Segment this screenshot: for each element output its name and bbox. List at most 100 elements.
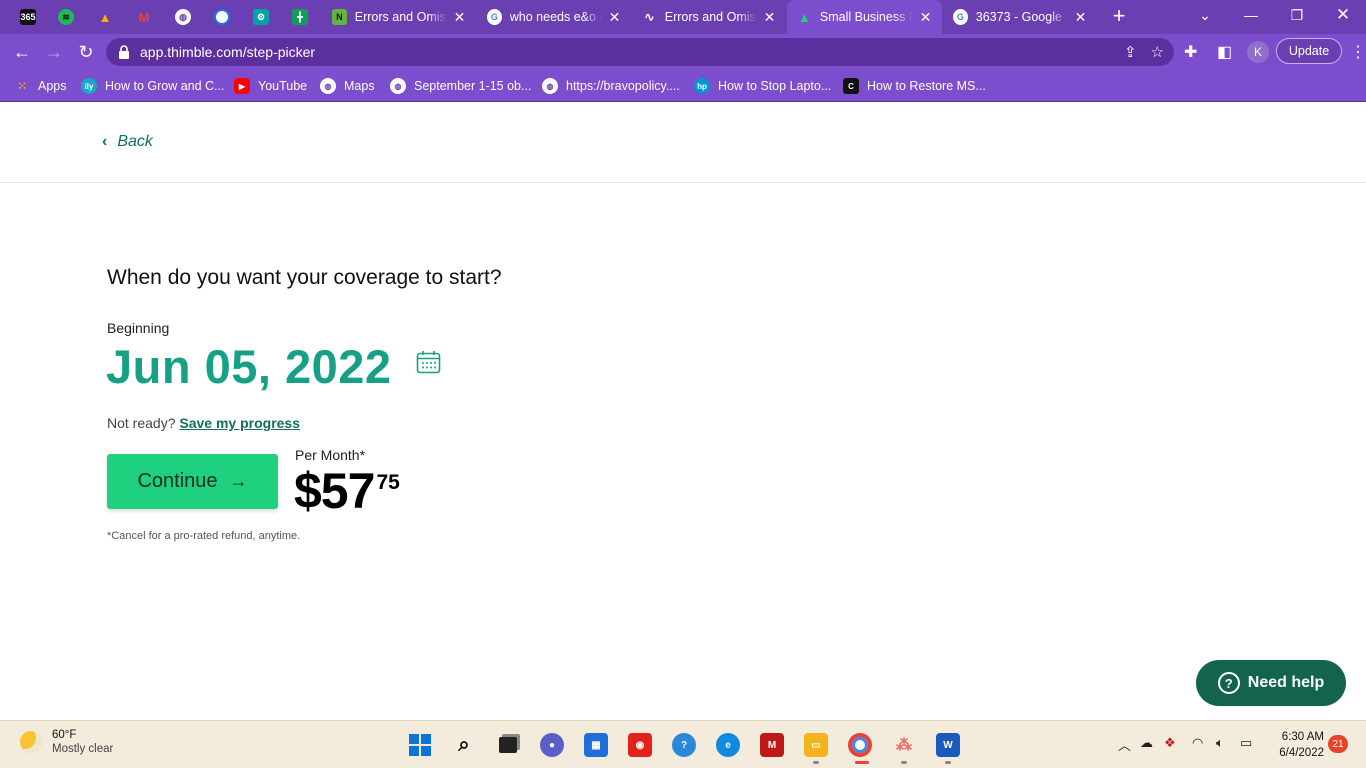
weather-widget[interactable]: 60°F Mostly clear <box>20 729 113 755</box>
store-icon[interactable]: ▦ <box>584 733 608 757</box>
tab-who-needs-eo[interactable]: G who needs e&o insurance ✕ <box>477 0 631 34</box>
forward-arrow-icon[interactable]: → <box>42 40 66 64</box>
need-help-label: Need help <box>1247 674 1325 691</box>
tab-errors-omissions-1[interactable]: N Errors and Omissions ✕ <box>322 0 476 34</box>
chevron-left-icon: ‹ <box>102 133 108 150</box>
bookmark-label: Maps <box>344 79 375 93</box>
url-text: app.thimble.com/step-picker <box>140 44 316 60</box>
battery-icon[interactable]: ▭ <box>1240 735 1252 751</box>
back-label: Back <box>117 133 153 150</box>
bookmark-hp[interactable]: hp How to Stop Lapto... <box>694 76 831 96</box>
start-date[interactable]: Jun 05, 2022 <box>106 339 392 394</box>
price-dollars: $57 <box>294 463 375 519</box>
save-progress-link[interactable]: Save my progress <box>179 415 300 431</box>
restore-button[interactable]: ❐ <box>1274 0 1320 30</box>
close-window-button[interactable]: ✕ <box>1320 0 1366 30</box>
back-arrow-icon[interactable]: ← <box>10 40 34 64</box>
close-icon[interactable]: ✕ <box>919 9 932 26</box>
tab-title: Errors and Omissions <box>354 10 447 24</box>
pinned-tab-globe[interactable]: ◍ <box>164 0 202 34</box>
menu-dots-icon[interactable]: ⋮ <box>1350 40 1366 64</box>
bookmark-restore-ms[interactable]: C How to Restore MS... <box>843 76 986 96</box>
bookmark-label: How to Stop Lapto... <box>718 79 832 93</box>
task-view-icon[interactable] <box>496 733 520 757</box>
new-tab-button[interactable]: + <box>1108 5 1130 29</box>
continue-label: Continue <box>137 470 218 492</box>
asana-icon[interactable]: ⁂ <box>892 733 916 757</box>
wave-icon: ∿ <box>644 10 655 24</box>
address-bar[interactable]: app.thimble.com/step-picker ⇪ ☆ <box>106 38 1174 66</box>
windows-start-icon[interactable] <box>408 733 432 757</box>
pinned-tab-gear[interactable]: ⚙ <box>242 0 280 34</box>
clock[interactable]: 6:30 AM 6/4/2022 <box>1270 729 1324 761</box>
not-ready-text: Not ready? Save my progress <box>107 415 300 431</box>
close-icon[interactable]: ✕ <box>763 9 776 26</box>
cloud-icon[interactable]: ☁ <box>1140 735 1153 751</box>
word-icon[interactable]: W <box>936 733 960 757</box>
calendar-icon[interactable] <box>416 350 441 374</box>
wifi-icon[interactable]: ◠ <box>1192 735 1203 751</box>
question-icon: ? <box>1217 672 1240 694</box>
gear-app-icon: ⚙ <box>253 9 269 25</box>
taskbar: 60°F Mostly clear ⌕ ● ▦ ◉ ? e M ▭ ⁂ W ︿ … <box>0 720 1366 768</box>
chrome-icon[interactable] <box>848 733 872 757</box>
price-cents: 75 <box>376 471 400 494</box>
page-title: When do you want your coverage to start? <box>107 266 502 289</box>
volume-icon[interactable]: 🔈︎ <box>1216 735 1224 751</box>
bookmark-grow[interactable]: ily How to Grow and C... <box>81 76 225 96</box>
close-icon[interactable]: ✕ <box>608 9 621 26</box>
bookmark-youtube[interactable]: ▶ YouTube <box>234 76 307 96</box>
weather-temp: 60°F <box>52 729 77 741</box>
reload-icon[interactable]: ↻ <box>74 40 98 64</box>
adobe-icon[interactable]: ◉ <box>628 733 652 757</box>
close-icon[interactable]: ✕ <box>1074 9 1087 26</box>
bookmark-maps[interactable]: ◍ Maps <box>320 76 375 96</box>
edge-icon[interactable]: e <box>716 733 740 757</box>
pinned-tab-drive[interactable]: ▲ <box>86 0 124 34</box>
search-icon[interactable]: ⌕ <box>452 733 476 757</box>
bookmark-bravopolicy[interactable]: ◍ https://bravopolicy.... <box>542 76 680 96</box>
file-explorer-icon[interactable]: ▭ <box>804 733 828 757</box>
need-help-button[interactable]: ? Need help <box>1196 660 1346 706</box>
extensions-puzzle-icon[interactable]: ✚ <box>1184 40 1197 64</box>
share-icon[interactable]: ⇪ <box>1124 43 1137 61</box>
tab-strip: 365 ≋ ▲ M ◍ ⚙ ╋ N Errors and Omissions ✕… <box>0 0 1366 34</box>
bookmark-label: September 1-15 ob... <box>414 79 532 93</box>
bookmark-star-icon[interactable]: ☆ <box>1151 43 1164 61</box>
bookmarks-bar: ⁙ Apps ily How to Grow and C... ▶ YouTube ◍… <box>0 70 1366 102</box>
chat-icon[interactable]: ● <box>540 733 564 757</box>
continue-button[interactable]: Continue → <box>107 454 278 509</box>
mcafee-icon[interactable]: M <box>760 733 784 757</box>
bookmark-september[interactable]: ◍ September 1-15 ob... <box>390 76 531 96</box>
globe-icon: ◍ <box>542 78 558 94</box>
side-panel-icon[interactable]: ◧ <box>1217 40 1232 64</box>
dropbox-icon[interactable]: ❖ <box>1164 735 1176 751</box>
bookmark-apps[interactable]: ⁙ Apps <box>14 76 67 96</box>
bookmark-label: How to Restore MS... <box>867 79 986 93</box>
green-app-icon: ╋ <box>292 9 308 25</box>
tab-search-chevron-icon[interactable]: ⌄ <box>1182 0 1228 30</box>
thimble-icon: ▲ <box>798 9 811 25</box>
back-link[interactable]: ‹ Back <box>102 133 153 151</box>
pinned-tab-circle[interactable] <box>203 0 241 34</box>
minimize-button[interactable]: — <box>1228 0 1274 30</box>
close-icon[interactable]: ✕ <box>453 9 466 26</box>
pinned-tab-gmail[interactable]: M <box>125 0 163 34</box>
update-button[interactable]: Update <box>1276 38 1342 64</box>
pinned-tab-office365[interactable]: 365 <box>9 0 47 34</box>
youtube-icon: ▶ <box>234 78 250 94</box>
tab-small-business-insurance[interactable]: ▲ Small Business Insurance ✕ <box>787 0 942 34</box>
tab-google-search[interactable]: G 36373 - Google Search ✕ <box>943 0 1097 34</box>
price: $57 75 <box>294 462 400 520</box>
tab-errors-omissions-2[interactable]: ∿ Errors and Omissions ✕ <box>632 0 786 34</box>
pinned-tab-spotify[interactable]: ≋ <box>47 0 85 34</box>
bookmark-label: Apps <box>38 79 67 93</box>
hp-icon: hp <box>694 78 710 94</box>
running-indicator <box>813 761 819 764</box>
chevron-up-icon[interactable]: ︿ <box>1118 735 1131 754</box>
pinned-tab-green[interactable]: ╋ <box>281 0 319 34</box>
tab-title: who needs e&o insurance <box>509 10 603 24</box>
notification-badge[interactable]: 21 <box>1328 735 1348 753</box>
avatar[interactable]: K <box>1247 41 1269 63</box>
help-app-icon[interactable]: ? <box>672 733 696 757</box>
